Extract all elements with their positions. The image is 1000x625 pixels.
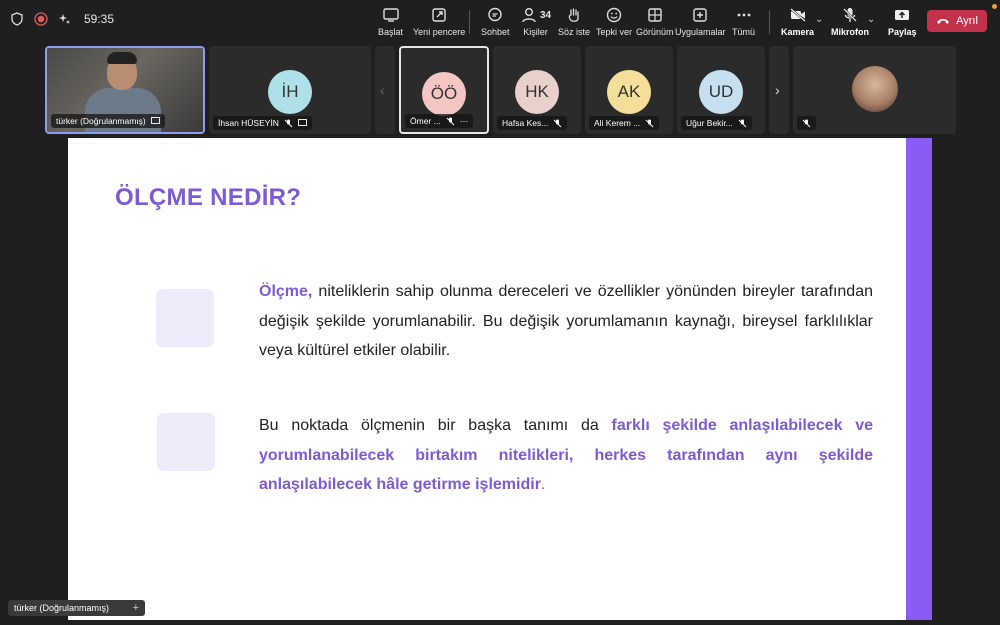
react-button[interactable]: Tepki ver: [596, 6, 632, 37]
meeting-toolbar: 59:35 Başlat Yeni pencere Sohbet 34 Kişi…: [0, 0, 1000, 42]
bullet-box: [156, 289, 214, 347]
apps-button[interactable]: Uygulamalar: [675, 6, 726, 37]
toolbar-divider: [469, 10, 470, 34]
mic-off-icon: [553, 119, 562, 127]
mic-off-icon: [645, 119, 654, 127]
emoji-icon: [606, 7, 622, 23]
add-app-icon: [693, 8, 707, 22]
bullet-box: [157, 413, 215, 471]
participant-name-tag: Ali Kerem ...: [589, 116, 660, 130]
share-icon: [895, 10, 910, 20]
participant-name-tag: türker (Doğrulanmamış): [51, 114, 165, 128]
chat-icon: [488, 7, 502, 22]
leave-button[interactable]: Ayrıl: [927, 10, 987, 32]
view-button[interactable]: Görünüm: [636, 6, 674, 37]
mic-options-chevron-icon[interactable]: ⌄: [867, 14, 875, 25]
chevron-left-icon: ‹: [380, 82, 385, 98]
scroll-right-button[interactable]: ›: [769, 46, 789, 134]
chat-button[interactable]: Sohbet: [481, 6, 510, 37]
participant-avatar: UD: [699, 70, 743, 114]
self-view-tag[interactable]: türker (Doğrulanmamış) +: [8, 600, 145, 616]
mic-off-icon: [843, 8, 857, 22]
participant-hair: [107, 52, 137, 64]
camera-options-chevron-icon[interactable]: ⌄: [815, 14, 823, 25]
popout-icon: [432, 8, 446, 22]
slide-paragraph-2: Bu noktada ölçmenin bir başka tanımı da …: [259, 417, 874, 493]
camera-button[interactable]: Kamera: [781, 6, 814, 37]
chevron-right-icon: ›: [775, 82, 780, 98]
participant-tile-active[interactable]: ÖÖ Ömer ... ⋯: [399, 46, 489, 134]
mic-off-icon: [446, 117, 455, 125]
people-count: 34: [540, 9, 552, 21]
grid-icon: [648, 8, 662, 22]
participant-name-tag: [797, 116, 816, 130]
participant-avatar: AK: [607, 70, 651, 114]
recording-icon[interactable]: [34, 12, 48, 26]
participant-strip: türker (Doğrulanmamış) İH İhsan HÜSEYİN …: [0, 44, 1000, 136]
participant-name-tag: İhsan HÜSEYİN: [213, 116, 312, 130]
meeting-timer: 59:35: [84, 12, 115, 26]
participant-name-tag: Uğur Bekir...: [681, 116, 752, 130]
hang-up-icon: [937, 19, 950, 24]
hand-icon: [568, 8, 579, 22]
share-button[interactable]: Paylaş: [888, 6, 917, 37]
screen-icon: [382, 8, 399, 22]
mic-off-icon: [284, 119, 293, 127]
slide-paragraph-1: Ölçme, niteliklerin sahip olunma derecel…: [259, 283, 873, 359]
camera-off-icon: [789, 8, 806, 22]
toolbar-divider: [769, 10, 770, 34]
shield-icon[interactable]: [10, 12, 24, 26]
participant-tile-video[interactable]: türker (Doğrulanmamış): [45, 46, 205, 134]
scroll-left-button[interactable]: ‹: [375, 46, 395, 134]
participant-avatar: ÖÖ: [422, 72, 466, 116]
participant-name-tag: Hafsa Kes...: [497, 116, 568, 130]
participant-tile-photo[interactable]: [793, 46, 956, 134]
more-icon: [737, 13, 750, 17]
meeting-status: 59:35: [10, 12, 114, 26]
sparkle-icon[interactable]: [58, 12, 72, 26]
participant-avatar: İH: [268, 70, 312, 114]
people-icon: [522, 8, 536, 23]
participant-photo: [851, 66, 898, 112]
slide-title: ÖLÇME NEDİR?: [115, 184, 302, 211]
new-window-button[interactable]: Yeni pencere: [413, 6, 465, 37]
microphone-button[interactable]: Mikrofon: [831, 6, 869, 37]
paragraph-keyword: Ölçme,: [259, 283, 313, 300]
more-options-icon[interactable]: ⋯: [460, 116, 469, 127]
participant-avatar: HK: [515, 70, 559, 114]
raise-hand-button[interactable]: Söz iste: [558, 6, 590, 37]
add-icon[interactable]: +: [133, 602, 139, 614]
participant-tile[interactable]: UD Uğur Bekir...: [677, 46, 765, 134]
shared-screen-icon: [298, 119, 307, 126]
notification-dot: [992, 4, 997, 9]
people-button[interactable]: 34 Kişiler: [520, 6, 551, 37]
participant-tile[interactable]: AK Ali Kerem ...: [585, 46, 673, 134]
shared-slide: ÖLÇME NEDİR? Ölçme, niteliklerin sahip o…: [68, 138, 932, 620]
participant-name-tag: Ömer ... ⋯: [405, 114, 474, 128]
mic-off-icon: [802, 119, 811, 127]
more-button[interactable]: Tümü: [732, 6, 755, 37]
start-button[interactable]: Başlat: [378, 6, 403, 37]
participant-tile[interactable]: İH İhsan HÜSEYİN: [209, 46, 371, 134]
mic-off-icon: [738, 119, 747, 127]
participant-tile[interactable]: HK Hafsa Kes...: [493, 46, 581, 134]
shared-screen-icon: [150, 117, 160, 124]
slide-accent-band: [906, 138, 932, 620]
